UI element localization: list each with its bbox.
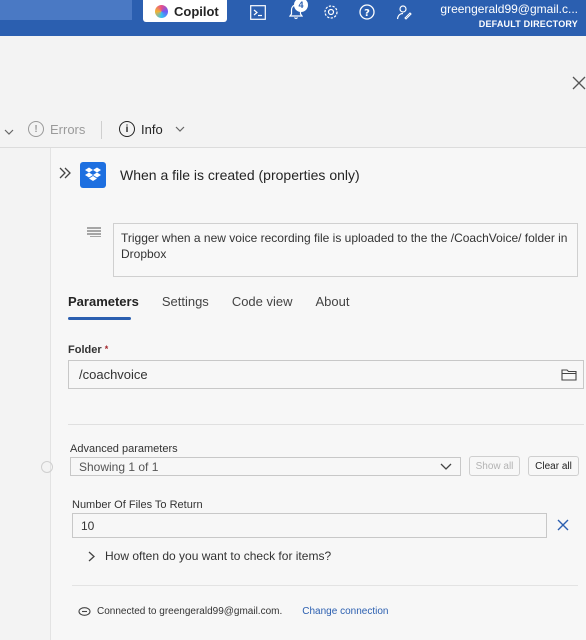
status-row: ! Errors i Info [0,118,586,142]
tab-parameters[interactable]: Parameters [68,294,139,320]
tab-settings[interactable]: Settings [162,294,209,320]
chevron-down-icon [175,126,185,132]
info-icon: i [119,121,135,137]
gear-icon[interactable] [321,2,341,22]
copilot-icon [155,4,168,18]
info-label: Info [141,121,163,137]
close-panel-icon[interactable] [572,76,586,90]
parameter-tabs: Parameters Settings Code view About [68,294,373,320]
radio-indicator [41,461,53,473]
chevron-right-icon [88,551,95,561]
num-files-value: 10 [81,519,95,533]
chevron-down-icon [440,463,452,470]
feedback-icon[interactable] [394,2,414,22]
tab-code-view[interactable]: Code view [232,294,293,320]
folder-label-text: Folder [68,344,102,356]
show-all-button[interactable]: Show all [469,456,520,476]
top-bar-left-block [0,0,132,20]
account-menu[interactable]: greengerald99@gmail.c... DEFAULT DIRECTO… [440,2,578,29]
connection-text: Connected to greengerald99@gmail.com. [97,606,283,617]
errors-tab[interactable]: ! Errors [28,121,85,137]
remove-parameter-icon[interactable] [557,518,569,536]
num-files-input[interactable]: 10 [72,513,547,538]
copilot-label: Copilot [174,3,219,19]
account-directory: DEFAULT DIRECTORY [478,19,578,29]
details-panel [50,148,586,640]
top-bar: Copilot 4 ? greengerald99@gmail.c... DEF… [0,0,586,36]
connection-row: Connected to greengerald99@gmail.com. Ch… [78,606,388,617]
folder-input[interactable]: /coachvoice [68,360,584,389]
change-connection-link[interactable]: Change connection [302,606,388,617]
notes-icon [87,224,101,242]
divider [68,424,584,425]
trigger-title[interactable]: When a file is created (properties only) [120,167,360,183]
chevron-down-icon[interactable] [4,124,14,139]
showing-count: Showing 1 of 1 [79,460,159,474]
tab-about[interactable]: About [316,294,350,320]
advanced-parameters-label: Advanced parameters [70,443,178,455]
dropbox-icon [80,162,106,188]
recurrence-expander[interactable]: How often do you want to check for items… [88,549,331,563]
svg-text:?: ? [364,8,370,19]
help-icon[interactable]: ? [357,2,377,22]
trigger-description[interactable]: Trigger when a new voice recording file … [113,223,578,277]
account-email: greengerald99@gmail.c... [440,2,578,16]
divider [101,121,102,139]
recurrence-label: How often do you want to check for items… [105,549,332,563]
folder-value: /coachvoice [79,367,148,382]
error-icon: ! [28,121,44,137]
trigger-header: When a file is created (properties only) [58,162,360,188]
required-mark: * [104,344,109,354]
folder-icon[interactable] [561,368,577,384]
expand-icon[interactable] [58,166,78,184]
clear-all-button[interactable]: Clear all [528,456,579,476]
divider [72,585,578,586]
info-tab[interactable]: i Info [119,121,185,137]
copilot-button[interactable]: Copilot [143,0,227,22]
num-files-label: Number Of Files To Return [72,499,203,511]
folder-label: Folder * [68,344,108,356]
advanced-parameters-dropdown[interactable]: Showing 1 of 1 [70,457,461,476]
link-icon [78,607,91,616]
errors-label: Errors [50,121,86,137]
terminal-icon[interactable] [248,2,268,22]
